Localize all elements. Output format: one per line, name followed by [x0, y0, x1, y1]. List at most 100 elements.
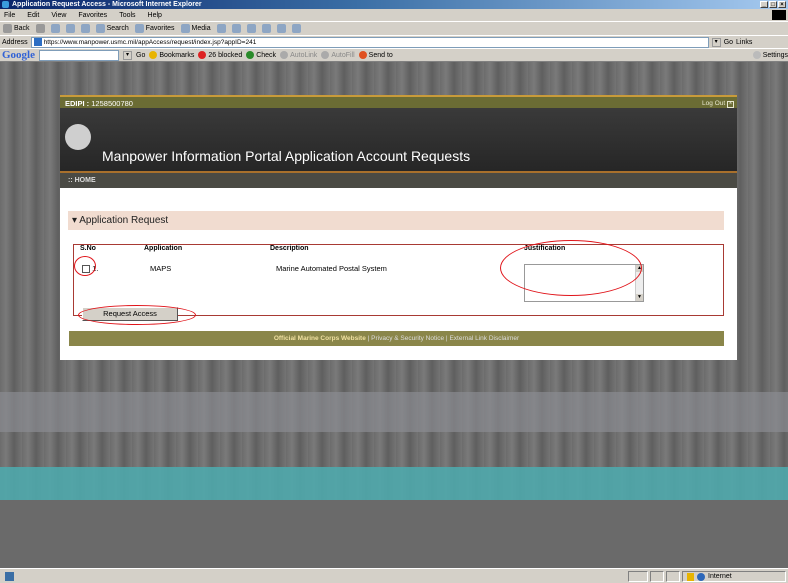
chevron-down-icon: ▾	[72, 215, 78, 226]
back-arrow-icon	[3, 24, 12, 33]
section-title: Application Request	[79, 215, 169, 226]
scroll-down-icon[interactable]: ▼	[636, 294, 643, 301]
footer-bar: Official Marine Corps Website | Privacy …	[69, 331, 724, 346]
page-icon	[33, 38, 42, 46]
sendto-button[interactable]: Send to	[358, 51, 393, 59]
menu-help[interactable]: Help	[148, 12, 162, 19]
google-go-button[interactable]: Go	[136, 52, 145, 59]
address-label: Address	[2, 38, 28, 46]
page-viewport: EDIPI : 1258500780 Log Out × Manpower In…	[0, 62, 788, 568]
globe-icon	[697, 572, 705, 581]
menu-view[interactable]: View	[51, 12, 66, 19]
title-bar: Application Request Access - Microsoft I…	[0, 0, 788, 9]
window-title: Application Request Access - Microsoft I…	[12, 1, 202, 8]
autolink-icon	[280, 51, 289, 59]
menu-edit[interactable]: Edit	[27, 12, 39, 19]
edit-icon[interactable]	[261, 24, 271, 33]
address-bar: Address https://www.manpower.usmc.mil/ap…	[0, 35, 788, 48]
links-button[interactable]: Links	[736, 39, 752, 46]
blocked-icon	[198, 51, 207, 59]
zone-label: Internet	[708, 573, 732, 580]
menu-bar: File Edit View Favorites Tools Help	[0, 9, 788, 21]
security-zone: Internet	[682, 571, 786, 582]
back-button[interactable]: Back	[3, 24, 30, 33]
portal-banner: Manpower Information Portal Application …	[60, 108, 737, 171]
bookmarks-button[interactable]: Bookmarks	[149, 51, 194, 59]
history-icon[interactable]	[216, 24, 226, 33]
privacy-link[interactable]: Privacy & Security Notice	[371, 335, 444, 342]
menu-tools[interactable]: Tools	[119, 12, 135, 19]
address-dropdown-icon[interactable]: ▾	[711, 37, 721, 47]
request-table: S.No Application Description Justificati…	[73, 244, 724, 321]
go-button[interactable]: Go	[724, 39, 733, 46]
lock-icon	[687, 572, 694, 581]
windows-flag-icon	[772, 10, 786, 20]
home-icon[interactable]	[80, 24, 90, 33]
check-icon	[246, 51, 255, 59]
star-icon	[149, 51, 158, 59]
google-toolbar: Google ▾ Go Bookmarks 26 blocked Check A…	[0, 48, 788, 62]
autofill-button[interactable]: AutoFill	[321, 51, 355, 59]
star-icon	[134, 24, 144, 33]
media-icon	[180, 24, 190, 33]
spellcheck-button[interactable]: Check	[246, 51, 276, 59]
mail-icon[interactable]	[231, 24, 241, 33]
edipi-label: EDIPI :	[65, 99, 90, 108]
justification-textarea[interactable]: ▲ ▼	[524, 264, 644, 302]
maximize-button[interactable]: □	[769, 1, 777, 8]
autofill-icon	[321, 51, 330, 59]
popup-blocked-button[interactable]: 26 blocked	[198, 51, 242, 59]
discuss-icon[interactable]	[276, 24, 286, 33]
google-logo[interactable]: Google	[2, 49, 35, 61]
home-link[interactable]: :: HOME	[68, 177, 96, 184]
status-bar: Internet	[0, 568, 788, 583]
search-button[interactable]: Search	[95, 24, 129, 33]
minimize-button[interactable]: _	[760, 1, 768, 8]
content-area: ▾ Application Request S.No Application D…	[60, 188, 737, 360]
menu-favorites[interactable]: Favorites	[78, 12, 107, 19]
refresh-icon[interactable]	[65, 24, 75, 33]
header-sno: S.No	[80, 245, 96, 252]
ie-icon	[2, 1, 9, 8]
row-description: Marine Automated Postal System	[276, 264, 387, 273]
forward-icon[interactable]	[35, 24, 45, 33]
close-button[interactable]: ×	[778, 1, 786, 8]
favorites-button[interactable]: Favorites	[134, 24, 175, 33]
banner-title: Manpower Information Portal Application …	[102, 148, 471, 164]
select-checkbox[interactable]	[82, 265, 90, 274]
table-row: 1.	[82, 264, 99, 274]
media-button[interactable]: Media	[180, 24, 211, 33]
header-application: Application	[144, 245, 183, 252]
close-icon: ×	[727, 101, 734, 108]
stop-icon[interactable]	[50, 24, 60, 33]
portal-container: EDIPI : 1258500780 Log Out × Manpower In…	[60, 95, 737, 360]
address-url: https://www.manpower.usmc.mil/appAccess/…	[43, 38, 257, 46]
nav-bar: :: HOME	[60, 171, 737, 188]
textarea-scrollbar[interactable]: ▲ ▼	[635, 265, 643, 301]
row-application: MAPS	[150, 264, 172, 273]
menu-file[interactable]: File	[4, 12, 15, 19]
autolink-button[interactable]: AutoLink	[280, 51, 317, 59]
settings-button[interactable]: Settings	[752, 51, 788, 59]
google-search-input[interactable]	[39, 49, 119, 61]
disclaimer-link[interactable]: External Link Disclaimer	[449, 335, 519, 342]
page-done-icon	[5, 572, 14, 581]
print-icon[interactable]	[246, 24, 256, 33]
header-justification: Justification	[524, 245, 566, 252]
section-header: ▾ Application Request	[68, 211, 724, 230]
standard-toolbar: Back Search Favorites Media	[0, 21, 788, 35]
scroll-up-icon[interactable]: ▲	[636, 265, 643, 272]
row-sno: 1.	[92, 264, 99, 273]
user-header: EDIPI : 1258500780 Log Out ×	[60, 95, 737, 108]
google-dropdown-icon[interactable]: ▾	[123, 50, 132, 60]
usmc-emblem-icon	[65, 124, 91, 150]
header-description: Description	[270, 245, 309, 252]
address-input[interactable]: https://www.manpower.usmc.mil/appAccess/…	[30, 36, 709, 48]
settings-icon	[752, 51, 761, 59]
official-website-link[interactable]: Official Marine Corps Website	[274, 335, 366, 342]
request-access-button[interactable]: Request Access	[82, 307, 178, 321]
send-icon	[358, 51, 367, 59]
search-icon	[95, 24, 105, 33]
messenger-icon[interactable]	[291, 24, 301, 33]
edipi-value: 1258500780	[91, 99, 133, 108]
